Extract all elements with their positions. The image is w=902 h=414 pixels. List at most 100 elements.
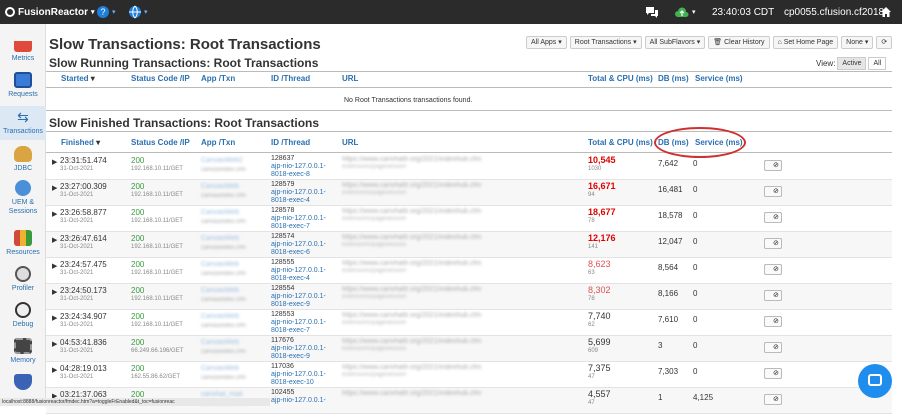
table-row[interactable]: ▶ 23:31:51.474 31-Oct-2021 200 192.168.10.11…	[46, 154, 892, 180]
thread-name[interactable]: ajp-nio-127.0.0.1-8018-exec-10	[271, 371, 337, 387]
live-chat-button[interactable]	[858, 364, 892, 398]
sidebar-item-transactions[interactable]: ⇆ Transactions	[0, 106, 46, 140]
app-name[interactable]: CanvasWeb	[201, 209, 239, 216]
expand-caret-icon[interactable]: ▶	[52, 158, 57, 166]
request-url[interactable]: https://www.canvhattr.org/2021/indexhub.…	[342, 364, 481, 371]
col-finished[interactable]: Finished ▾	[61, 138, 100, 147]
expand-caret-icon[interactable]: ▶	[52, 288, 57, 296]
expand-caret-icon[interactable]: ▶	[52, 314, 57, 322]
app-name[interactable]: CanvasWeb	[201, 287, 239, 294]
col-url[interactable]: URL	[342, 138, 358, 147]
app-name[interactable]: CanvasWeb	[201, 365, 239, 372]
cloud-menu-button[interactable]: ▾	[674, 4, 696, 20]
request-url[interactable]: https://www.canvhattr.org/2021/indexhub.…	[342, 156, 481, 163]
table-row[interactable]: ▶ 23:27:00.309 31-Oct-2021 200 192.168.10.11…	[46, 180, 892, 206]
exclude-button[interactable]: ⊘	[764, 368, 782, 379]
request-url[interactable]: https://www.canvhattr.org/2021/indexhub.…	[342, 234, 481, 241]
col-id-thread[interactable]: ID /Thread	[271, 138, 310, 147]
app-name[interactable]: CanvasWeb	[201, 235, 239, 242]
expand-caret-icon[interactable]: ▶	[52, 184, 57, 192]
thread-name[interactable]: ajp-nio-127.0.0.1-	[271, 397, 337, 405]
sidebar-item-requests[interactable]: Requests	[0, 72, 46, 99]
table-row[interactable]: ▶ 04:28:19.013 31-Oct-2021 200 162.55.86.62/…	[46, 362, 892, 388]
all-subflavors-dropdown[interactable]: All SubFlavors ▾	[644, 36, 706, 49]
table-row[interactable]: ▶ 23:26:58.877 31-Oct-2021 200 192.168.10.11…	[46, 206, 892, 232]
exclude-button[interactable]: ⊘	[764, 186, 782, 197]
brand[interactable]: FusionReactor ▾	[5, 4, 95, 20]
app-name[interactable]: CanvasWeb	[201, 313, 239, 320]
request-url[interactable]: https://www.canvhattr.org/2021/indexhub.…	[342, 260, 481, 267]
table-row[interactable]: ▶ 23:24:34.907 31-Oct-2021 200 192.168.10.11…	[46, 310, 892, 336]
expand-caret-icon[interactable]: ▶	[52, 340, 57, 348]
sidebar-item-resources[interactable]: Resources	[0, 230, 46, 257]
refresh-button[interactable]: ⟳	[876, 36, 893, 49]
thread-name[interactable]: ajp-nio-127.0.0.1-8018-exec-6	[271, 241, 337, 257]
chat-button[interactable]	[645, 4, 659, 20]
exclude-button[interactable]: ⊘	[764, 316, 782, 327]
thread-name[interactable]: ajp-nio-127.0.0.1-8018-exec-9	[271, 293, 337, 309]
thread-name[interactable]: ajp-nio-127.0.0.1-8018-exec-7	[271, 319, 337, 335]
expand-caret-icon[interactable]: ▶	[52, 262, 57, 270]
home-button[interactable]	[880, 4, 892, 20]
request-url[interactable]: https://www.canvhattr.org/2021/indexhub.…	[342, 390, 481, 397]
col-app-txn[interactable]: App /Txn	[201, 74, 235, 83]
app-name[interactable]: CanvasWeb	[201, 339, 239, 346]
sidebar-item-metrics[interactable]: Metrics	[0, 36, 46, 63]
table-row[interactable]: ▶ 04:53:41.836 31-Oct-2021 200 66.249.66.196…	[46, 336, 892, 362]
request-url[interactable]: https://www.canvhattr.org/2021/indexhub.…	[342, 286, 481, 293]
expand-caret-icon[interactable]: ▶	[52, 366, 57, 374]
exclude-button[interactable]: ⊘	[764, 238, 782, 249]
exclude-button[interactable]: ⊘	[764, 212, 782, 223]
root-transactions-dropdown[interactable]: Root Transactions ▾	[569, 36, 642, 49]
thread-name[interactable]: ajp-nio-127.0.0.1-8018-exec-4	[271, 267, 337, 283]
col-total-cpu[interactable]: Total & CPU (ms)	[588, 74, 653, 83]
expand-caret-icon[interactable]: ▶	[52, 210, 57, 218]
all-apps-dropdown[interactable]: All Apps ▾	[526, 36, 567, 49]
request-url[interactable]: https://www.canvhattr.org/2021/indexhub.…	[342, 182, 481, 189]
request-url[interactable]: https://www.canvhattr.org/2021/indexhub.…	[342, 208, 481, 215]
sidebar-item-jdbc[interactable]: JDBC	[0, 146, 46, 173]
table-row[interactable]: ▶ 23:26:47.614 31-Oct-2021 200 192.168.10.11…	[46, 232, 892, 258]
thread-name[interactable]: ajp-nio-127.0.0.1-8018-exec-4	[271, 189, 337, 205]
col-total-cpu[interactable]: Total & CPU (ms)	[588, 138, 653, 147]
view-all-button[interactable]: All	[868, 57, 887, 70]
clear-history-button[interactable]: 🗑 Clear History	[708, 36, 770, 49]
exclude-button[interactable]: ⊘	[764, 264, 782, 275]
request-url[interactable]: https://www.canvhattr.org/2021/indexhub.…	[342, 312, 481, 319]
help-menu-button[interactable]: ? ▾	[96, 4, 116, 20]
globe-menu-button[interactable]: ▾	[128, 4, 148, 20]
refresh-interval-dropdown[interactable]: None ▾	[841, 36, 874, 49]
table-row[interactable]: ▶ 23:24:57.475 31-Oct-2021 200 192.168.10.11…	[46, 258, 892, 284]
table-row[interactable]: ▶ 23:24:50.173 31-Oct-2021 200 192.168.10.11…	[46, 284, 892, 310]
col-db[interactable]: DB (ms)	[658, 74, 689, 83]
thread-name[interactable]: ajp-nio-127.0.0.1-8018-exec-9	[271, 345, 337, 361]
app-name[interactable]: CanvasWeb	[201, 183, 239, 190]
thread-name[interactable]: ajp-nio-127.0.0.1-8018-exec-7	[271, 215, 337, 231]
app-name[interactable]: CanvasWeb	[201, 261, 239, 268]
col-started[interactable]: Started ▾	[61, 74, 95, 83]
sidebar-item-uem-sessions[interactable]: UEM & Sessions	[0, 180, 46, 216]
sidebar: Metrics Requests ⇆ Transactions JDBC UEM…	[0, 24, 46, 406]
sidebar-item-shield[interactable]	[0, 374, 46, 392]
sidebar-item-profiler[interactable]: Profiler	[0, 266, 46, 293]
col-url[interactable]: URL	[342, 74, 358, 83]
thread-name[interactable]: ajp-nio-127.0.0.1-8018-exec-8	[271, 163, 337, 179]
app-name[interactable]: CanvasWeb2	[201, 157, 243, 164]
col-id-thread[interactable]: ID /Thread	[271, 74, 310, 83]
col-service[interactable]: Service (ms)	[695, 74, 743, 83]
set-home-page-button[interactable]: ⌂ Set Home Page	[772, 36, 839, 49]
col-status-code[interactable]: Status Code /IP	[131, 138, 190, 147]
exclude-button[interactable]: ⊘	[764, 290, 782, 301]
exclude-button[interactable]: ⊘	[764, 342, 782, 353]
sidebar-item-memory[interactable]: Memory	[0, 338, 46, 365]
col-status-code[interactable]: Status Code /IP	[131, 74, 190, 83]
expand-caret-icon[interactable]: ▶	[52, 236, 57, 244]
exclude-button[interactable]: ⊘	[764, 394, 782, 405]
col-app-txn[interactable]: App /Txn	[201, 138, 235, 147]
status-code: 200	[131, 182, 145, 191]
view-active-button[interactable]: Active	[837, 57, 867, 70]
app-name[interactable]: canvhat_mail	[201, 391, 242, 398]
exclude-button[interactable]: ⊘	[764, 160, 782, 171]
sidebar-item-debug[interactable]: Debug	[0, 302, 46, 329]
request-url[interactable]: https://www.canvhattr.org/2021/indexhub.…	[342, 338, 481, 345]
